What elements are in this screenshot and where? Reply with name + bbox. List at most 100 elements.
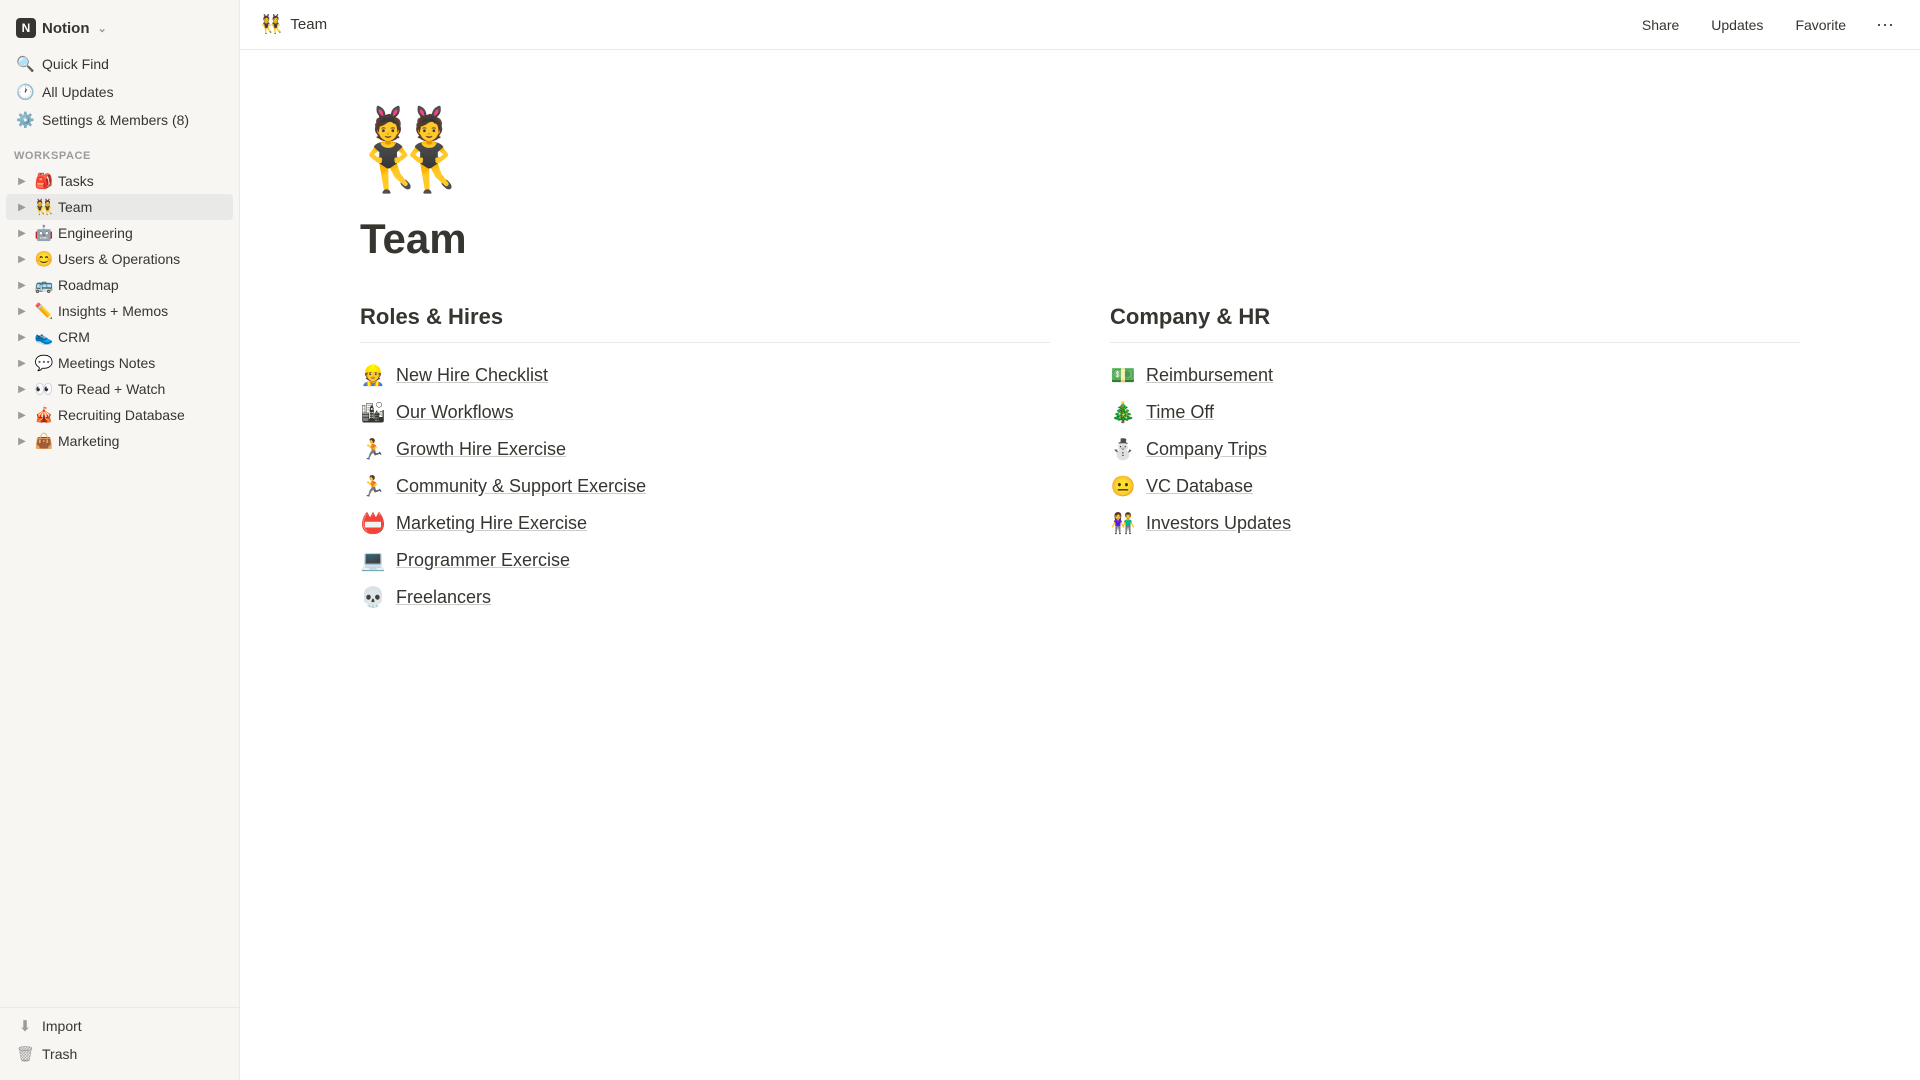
sidebar-item-engineering[interactable]: ▶ 🤖 Engineering <box>6 220 233 246</box>
notion-brand-label: Notion <box>42 20 89 37</box>
column-title-company-hr: Company & HR <box>1110 304 1800 330</box>
sidebar-item-marketing[interactable]: ▶ 👜 Marketing <box>6 428 233 454</box>
list-item-our-workflows[interactable]: 🏙 Our Workflows <box>360 396 1050 429</box>
arrow-icon-recruiting: ▶ <box>14 410 30 421</box>
notion-brand-button[interactable]: N Notion ⌄ <box>8 14 231 42</box>
sidebar-item-meetings[interactable]: ▶ 💬 Meetings Notes <box>6 350 233 376</box>
list-item-investors-updates[interactable]: 👫 Investors Updates <box>1110 507 1800 540</box>
sidebar-item-recruiting[interactable]: ▶ 🎪 Recruiting Database <box>6 402 233 428</box>
list-item-community-support[interactable]: 🏃 Community & Support Exercise <box>360 470 1050 503</box>
list-item-marketing-hire[interactable]: 📛 Marketing Hire Exercise <box>360 507 1050 540</box>
share-button[interactable]: Share <box>1634 13 1687 37</box>
link-marketing-hire[interactable]: Marketing Hire Exercise <box>396 513 587 534</box>
sidebar-item-roadmap[interactable]: ▶ 🚌 Roadmap <box>6 272 233 298</box>
trash-icon: 🗑 <box>16 1045 34 1063</box>
sidebar-label-trash: Trash <box>42 1046 77 1062</box>
workspace-section-label: WORKSPACE <box>0 138 239 166</box>
arrow-icon-marketing: ▶ <box>14 436 30 447</box>
emoji-reimbursement: 💵 <box>1110 363 1136 388</box>
sidebar-item-all-updates[interactable]: 🕐 All Updates <box>6 78 233 106</box>
emoji-team: 👯 <box>34 198 54 216</box>
sidebar-item-users-operations[interactable]: ▶ 😊 Users & Operations <box>6 246 233 272</box>
company-hr-list: 💵 Reimbursement 🎄 Time Off ⛄ Company Tri… <box>1110 359 1800 540</box>
emoji-crm: 👟 <box>34 328 54 346</box>
link-time-off[interactable]: Time Off <box>1146 402 1214 423</box>
label-toread: To Read + Watch <box>58 381 225 397</box>
emoji-meetings: 💬 <box>34 354 54 372</box>
link-our-workflows[interactable]: Our Workflows <box>396 402 514 423</box>
list-item-new-hire-checklist[interactable]: 👷 New Hire Checklist <box>360 359 1050 392</box>
label-recruiting: Recruiting Database <box>58 407 225 423</box>
emoji-marketing-hire: 📛 <box>360 511 386 536</box>
emoji-vc-database: 😐 <box>1110 474 1136 499</box>
emoji-programmer-exercise: 💻 <box>360 548 386 573</box>
link-investors-updates[interactable]: Investors Updates <box>1146 513 1291 534</box>
sidebar-item-trash[interactable]: 🗑 Trash <box>6 1040 233 1068</box>
sidebar-item-team[interactable]: ▶ 👯 Team <box>6 194 233 220</box>
notion-logo-icon: N <box>16 18 36 38</box>
link-freelancers[interactable]: Freelancers <box>396 587 491 608</box>
label-roadmap: Roadmap <box>58 277 225 293</box>
emoji-community-support: 🏃 <box>360 474 386 499</box>
arrow-icon-roadmap: ▶ <box>14 280 30 291</box>
list-item-vc-database[interactable]: 😐 VC Database <box>1110 470 1800 503</box>
list-item-freelancers[interactable]: 💀 Freelancers <box>360 581 1050 614</box>
gear-icon: ⚙️ <box>16 111 34 129</box>
favorite-button[interactable]: Favorite <box>1787 13 1854 37</box>
link-growth-hire[interactable]: Growth Hire Exercise <box>396 439 566 460</box>
arrow-icon-engineering: ▶ <box>14 228 30 239</box>
page-body: 👯 Team Roles & Hires 👷 New Hire Checklis… <box>240 50 1920 1080</box>
link-reimbursement[interactable]: Reimbursement <box>1146 365 1273 386</box>
sidebar-nav-label-settings: Settings & Members (8) <box>42 112 189 128</box>
emoji-roadmap: 🚌 <box>34 276 54 294</box>
updates-button[interactable]: Updates <box>1703 13 1771 37</box>
arrow-icon-team: ▶ <box>14 202 30 213</box>
sidebar-bottom: ⬇ Import 🗑 Trash <box>0 1007 239 1072</box>
emoji-tasks: 🎒 <box>34 172 54 190</box>
link-community-support[interactable]: Community & Support Exercise <box>396 476 646 497</box>
label-marketing: Marketing <box>58 433 225 449</box>
emoji-recruiting: 🎪 <box>34 406 54 424</box>
import-icon: ⬇ <box>16 1017 34 1035</box>
arrow-icon-users: ▶ <box>14 254 30 265</box>
emoji-investors-updates: 👫 <box>1110 511 1136 536</box>
arrow-icon-crm: ▶ <box>14 332 30 343</box>
sidebar: N Notion ⌄ 🔍 Quick Find 🕐 All Updates ⚙️… <box>0 0 240 1080</box>
emoji-company-trips: ⛄ <box>1110 437 1136 462</box>
emoji-new-hire: 👷 <box>360 363 386 388</box>
emoji-time-off: 🎄 <box>1110 400 1136 425</box>
column-title-roles-hires: Roles & Hires <box>360 304 1050 330</box>
sidebar-nav-label-quick-find: Quick Find <box>42 56 109 72</box>
label-insights: Insights + Memos <box>58 303 225 319</box>
sidebar-item-crm[interactable]: ▶ 👟 CRM <box>6 324 233 350</box>
arrow-icon-meetings: ▶ <box>14 358 30 369</box>
more-options-button[interactable]: ··· <box>1870 12 1900 37</box>
sidebar-item-import[interactable]: ⬇ Import <box>6 1012 233 1040</box>
list-item-growth-hire[interactable]: 🏃 Growth Hire Exercise <box>360 433 1050 466</box>
list-item-company-trips[interactable]: ⛄ Company Trips <box>1110 433 1800 466</box>
workspace-items-list: ▶ 🎒 Tasks ▶ 👯 Team ▶ 🤖 Engineering ▶ 😊 U… <box>0 166 239 456</box>
list-item-time-off[interactable]: 🎄 Time Off <box>1110 396 1800 429</box>
emoji-freelancers: 💀 <box>360 585 386 610</box>
arrow-icon-tasks: ▶ <box>14 176 30 187</box>
sidebar-nav: 🔍 Quick Find 🕐 All Updates ⚙️ Settings &… <box>0 46 239 138</box>
topbar-page-icon: 👯 <box>260 14 282 35</box>
sidebar-item-quick-find[interactable]: 🔍 Quick Find <box>6 50 233 78</box>
emoji-insights: ✏️ <box>34 302 54 320</box>
label-engineering: Engineering <box>58 225 225 241</box>
emoji-toread: 👀 <box>34 380 54 398</box>
column-company-hr: Company & HR 💵 Reimbursement 🎄 Time Off … <box>1110 304 1800 614</box>
link-company-trips[interactable]: Company Trips <box>1146 439 1267 460</box>
sidebar-item-tasks[interactable]: ▶ 🎒 Tasks <box>6 168 233 194</box>
sidebar-item-settings[interactable]: ⚙️ Settings & Members (8) <box>6 106 233 134</box>
list-item-programmer-exercise[interactable]: 💻 Programmer Exercise <box>360 544 1050 577</box>
sidebar-item-insights[interactable]: ▶ ✏️ Insights + Memos <box>6 298 233 324</box>
link-new-hire-checklist[interactable]: New Hire Checklist <box>396 365 548 386</box>
sidebar-item-to-read-watch[interactable]: ▶ 👀 To Read + Watch <box>6 376 233 402</box>
label-crm: CRM <box>58 329 225 345</box>
sidebar-nav-label-all-updates: All Updates <box>42 84 114 100</box>
link-programmer-exercise[interactable]: Programmer Exercise <box>396 550 570 571</box>
list-item-reimbursement[interactable]: 💵 Reimbursement <box>1110 359 1800 392</box>
clock-icon: 🕐 <box>16 83 34 101</box>
link-vc-database[interactable]: VC Database <box>1146 476 1253 497</box>
